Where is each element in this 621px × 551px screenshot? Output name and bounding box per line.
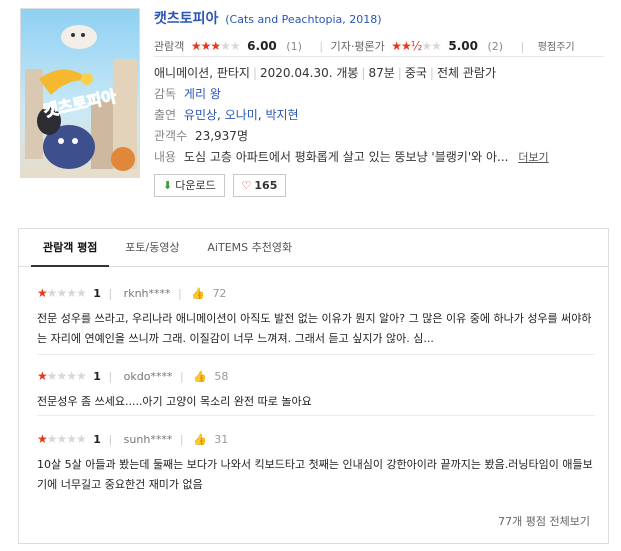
review-score: 1	[93, 370, 101, 383]
review-stars: ★★★★★	[37, 286, 87, 300]
poster-image: 캣츠토피아	[21, 9, 139, 177]
cast-link[interactable]: 박지현	[265, 108, 298, 122]
tab-aitems[interactable]: AiTEMS 추천영화	[195, 229, 304, 267]
review-text: 전문 성우를 쓰라고, 우리나라 애니메이션이 아직도 발전 없는 이유가 뭔지…	[37, 312, 592, 345]
divider: |	[520, 40, 525, 53]
audience-total: 23,937명	[194, 129, 248, 143]
divider: |	[319, 40, 324, 53]
meta-line-basic: 애니메이션, 판타지 | 2020.04.30. 개봉 | 87분 | 중국 | 전체 관람가	[154, 66, 496, 80]
like-button[interactable]: ♡ 165	[232, 174, 287, 197]
movie-poster[interactable]: 캣츠토피아	[20, 8, 140, 178]
movie-title-sub: (Cats and Peachtopia, 2018)	[225, 13, 382, 26]
critic-rating-label: 기자·평론가	[330, 40, 385, 53]
review-item: ★★★★★ 1 | rknh**** | 👍 72 전문 성우를 쓰라고, 우리…	[37, 283, 597, 349]
review-text: 전문성우 좀 쓰세요.....아기 고양이 목소리 완전 따로 놀아요	[37, 395, 312, 408]
title-row: 캣츠토피아 (Cats and Peachtopia, 2018)	[154, 8, 604, 30]
review-user[interactable]: sunh****	[124, 433, 173, 446]
review-stars: ★★★★★	[37, 369, 87, 383]
download-button[interactable]: ⬇ 다운로드	[154, 174, 225, 197]
heart-icon: ♡	[241, 179, 252, 192]
movie-info: 캣츠토피아 (Cats and Peachtopia, 2018) 관람객 ★★…	[154, 8, 604, 198]
thumbs-up-icon[interactable]: 👍	[193, 370, 207, 383]
review-user[interactable]: okdo****	[124, 370, 173, 383]
release-date: 2020.04.30. 개봉	[260, 66, 359, 80]
tab-audience-rating[interactable]: 관람객 평점	[31, 229, 110, 267]
review-likes: 72	[212, 287, 227, 300]
genre: 애니메이션, 판타지	[154, 66, 250, 80]
review-header: ★★★★★ 1 | okdo**** | 👍 58	[37, 366, 597, 386]
audience-score: 6.00	[247, 39, 277, 53]
thumbs-up-icon[interactable]: 👍	[191, 287, 205, 300]
review-stars: ★★★★★	[37, 432, 87, 446]
review-tabs: 관람객 평점 포토/동영상 AiTEMS 추천영화	[19, 229, 608, 267]
critic-score: 5.00	[448, 39, 478, 53]
plot-text: 도심 고층 아파트에서 평화롭게 살고 있는 뚱보냥 '블랭키'와 아...	[183, 150, 509, 164]
action-buttons: ⬇ 다운로드 ♡ 165	[154, 174, 604, 198]
director-label: 감독	[154, 87, 177, 101]
download-label: 다운로드	[175, 179, 216, 192]
audience-count: (1)	[286, 40, 302, 53]
rating-row: 관람객 ★★★★★ 6.00 (1) | 기자·평론가 ★★½★★ 5.00 (…	[154, 35, 604, 57]
review-likes: 58	[214, 370, 229, 383]
director-link[interactable]: 게리 왕	[184, 87, 221, 101]
audience-total-label: 관객수	[154, 129, 188, 143]
review-header: ★★★★★ 1 | rknh**** | 👍 72	[37, 283, 597, 303]
review-item: ★★★★★ 1 | okdo**** | 👍 58 전문성우 좀 쓰세요....…	[37, 366, 597, 412]
download-icon: ⬇	[163, 179, 173, 192]
audience-rating-label: 관람객	[154, 40, 185, 53]
review-score: 1	[93, 287, 101, 300]
critic-count: (2)	[487, 40, 504, 53]
runtime: 87분	[368, 66, 395, 80]
review-divider	[37, 354, 595, 355]
review-divider	[37, 415, 595, 416]
all-reviews-link[interactable]: 77개 평점 전체보기	[498, 513, 590, 529]
rate-link[interactable]: 평점주기	[538, 42, 575, 53]
tab-photo-video[interactable]: 포토/동영상	[113, 229, 191, 267]
like-count: 165	[254, 179, 278, 192]
review-user[interactable]: rknh****	[124, 287, 171, 300]
meta-line-plot: 내용 도심 고층 아파트에서 평화롭게 살고 있는 뚱보냥 '블랭키'와 아..…	[154, 147, 604, 168]
country: 중국	[404, 66, 427, 80]
grade: 전체 관람가	[436, 66, 496, 80]
cast-label: 출연	[154, 108, 177, 122]
more-link[interactable]: 더보기	[518, 151, 548, 164]
movie-meta: 애니메이션, 판타지 | 2020.04.30. 개봉 | 87분 | 중국 | 전체 관람가 …	[154, 63, 604, 168]
review-header: ★★★★★ 1 | sunh**** | 👍 31	[37, 429, 597, 449]
critic-stars: ★★½★★	[391, 39, 442, 53]
cast-link[interactable]: 오나미	[225, 108, 258, 122]
review-likes: 31	[214, 433, 229, 446]
audience-stars: ★★★★★	[190, 39, 241, 53]
movie-title[interactable]: 캣츠토피아	[154, 11, 218, 27]
meta-line-cast: 출연 유민상, 오나미, 박지현	[154, 108, 299, 122]
review-panel: 관람객 평점 포토/동영상 AiTEMS 추천영화 ★★★★★ 1 | rknh…	[18, 228, 609, 544]
plot-label: 내용	[154, 150, 177, 164]
review-score: 1	[93, 433, 101, 446]
review-text: 10살 5살 아들과 봤는데 둘째는 보다가 나와서 킥보드타고 첫째는 인내심…	[37, 458, 593, 491]
meta-line-director: 감독 게리 왕	[154, 84, 604, 105]
meta-line-audience: 관객수 23,937명	[154, 126, 604, 147]
review-item: ★★★★★ 1 | sunh**** | 👍 31 10살 5살 아들과 봤는데…	[37, 429, 597, 495]
thumbs-up-icon[interactable]: 👍	[193, 433, 207, 446]
cast-link[interactable]: 유민상	[184, 108, 217, 122]
